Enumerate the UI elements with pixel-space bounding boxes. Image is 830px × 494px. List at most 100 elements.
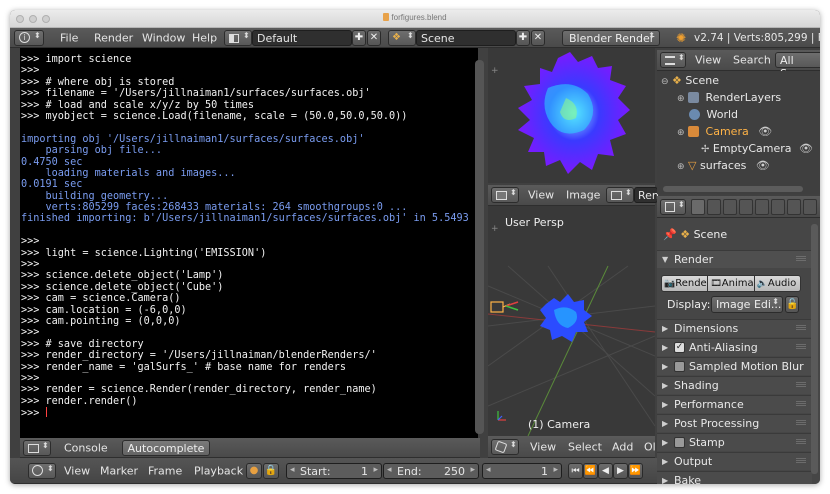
panel-performance[interactable]: ▶ Performance	[657, 395, 812, 413]
play-button[interactable]: ▶	[613, 463, 628, 479]
timeline-menu-playback[interactable]: Playback	[194, 464, 243, 477]
scene-name-field[interactable]: Scene	[416, 30, 516, 46]
drag-grip-icon[interactable]	[796, 401, 806, 407]
data-tab-icon[interactable]	[803, 199, 817, 215]
layout-icon-button[interactable]: ⬍	[224, 30, 252, 46]
world-tab-icon[interactable]	[739, 199, 753, 215]
render-tab-icon[interactable]	[691, 199, 705, 215]
panel-post-processing[interactable]: ▶ Post Processing	[657, 414, 812, 432]
render-engine-dropdown[interactable]: Blender Render ⬍	[562, 30, 660, 46]
image-browse-button[interactable]: ⬍	[606, 187, 634, 203]
chevron-left-icon[interactable]: ◂	[387, 465, 392, 475]
render-image-view[interactable]: +	[488, 48, 655, 183]
eye-icon[interactable]: 👁	[756, 159, 770, 172]
render-audio-button[interactable]: 🔈Audio	[754, 275, 801, 292]
editor-type-info-button[interactable]: i ⬍	[14, 30, 44, 46]
drag-grip-icon[interactable]	[796, 382, 806, 388]
view3d-menu-add[interactable]: Add	[612, 440, 633, 453]
autocomplete-button[interactable]: Autocomplete	[122, 440, 210, 456]
render-animation-button[interactable]: 🎞Anima	[708, 275, 755, 292]
editor-type-properties-button[interactable]: ⬍	[660, 199, 686, 215]
prev-keyframe-button[interactable]: ⏪	[583, 463, 598, 479]
drag-grip-icon[interactable]	[796, 420, 806, 426]
outliner-item-surfaces[interactable]: ⊕ ▽ surfaces 👁	[677, 159, 770, 172]
drag-grip-icon[interactable]	[796, 458, 806, 464]
menu-help[interactable]: Help	[192, 31, 217, 44]
anti-aliasing-checkbox[interactable]: ✓	[674, 342, 685, 353]
editor-type-console-button[interactable]: ⬍	[23, 440, 51, 456]
chevron-right-icon[interactable]: ▸	[553, 465, 558, 475]
play-reverse-button[interactable]: ◀	[598, 463, 613, 479]
current-frame-field[interactable]: ◂ 1 ▸	[482, 463, 562, 479]
modifiers-tab-icon[interactable]	[787, 199, 801, 215]
drag-grip-icon[interactable]	[796, 439, 806, 445]
panel-shading[interactable]: ▶ Shading	[657, 376, 812, 394]
editor-type-3d-button[interactable]: ⬍	[491, 439, 519, 455]
panel-dimensions[interactable]: ▶ Dimensions	[657, 319, 812, 337]
remove-layout-button[interactable]: ✕	[367, 30, 381, 46]
object-tab-icon[interactable]	[755, 199, 769, 215]
chevron-left-icon[interactable]: ◂	[486, 465, 491, 475]
outliner-tree[interactable]: ⊖ ❖ Scene ⊕ RenderLayers World ⊕ Camera …	[657, 71, 820, 184]
panel-anti-aliasing[interactable]: ▶ ✓ Anti-Aliasing	[657, 338, 812, 356]
eye-icon[interactable]: 👁	[758, 125, 772, 138]
layout-name-field[interactable]: Default	[252, 30, 352, 46]
start-frame-field[interactable]: ◂ Start: 1 ▸	[286, 463, 382, 479]
outliner-item-emptycamera[interactable]: ✢ EmptyCamera 👁	[701, 142, 813, 155]
scene-tab-icon[interactable]	[723, 199, 737, 215]
pin-icon[interactable]: 📌	[663, 228, 677, 241]
timeline-menu-marker[interactable]: Marker	[100, 464, 138, 477]
stamp-checkbox[interactable]	[674, 437, 685, 448]
remove-scene-button[interactable]: ✕	[531, 30, 545, 46]
python-console[interactable]: >>> import science >>> >>> # where obj is …	[20, 48, 478, 438]
add-scene-button[interactable]: ✚	[516, 30, 530, 46]
view3d-menu-select[interactable]: Select	[568, 440, 602, 453]
timeline-menu-view[interactable]: View	[64, 464, 90, 477]
3d-viewport[interactable]: User Persp + (1) Camera	[488, 206, 655, 436]
constraints-tab-icon[interactable]	[771, 199, 785, 215]
drag-grip-icon[interactable]	[796, 325, 806, 331]
outliner-item-camera[interactable]: ⊕ Camera 👁	[677, 125, 772, 138]
outliner-menu-search[interactable]: Search	[733, 54, 771, 67]
timeline-menu-frame[interactable]: Frame	[148, 464, 182, 477]
lock-interface-button[interactable]: 🔓	[785, 296, 799, 313]
end-frame-field[interactable]: ◂ End: 250 ▸	[383, 463, 479, 479]
drag-grip-icon[interactable]	[796, 256, 806, 262]
chevron-left-icon[interactable]: ◂	[290, 465, 295, 475]
render-still-button[interactable]: 📷Rende	[661, 275, 709, 292]
jump-start-button[interactable]: ⏮	[568, 463, 583, 479]
panel-output[interactable]: ▶ Output	[657, 452, 812, 470]
outliner-scrollbar[interactable]	[663, 186, 803, 192]
outliner-item-renderlayers[interactable]: ⊕ RenderLayers	[677, 91, 781, 104]
image-menu-view[interactable]: View	[528, 189, 554, 202]
outliner-item-world[interactable]: World	[689, 108, 738, 121]
menu-render[interactable]: Render	[94, 31, 133, 44]
image-name-field[interactable]: Ren	[634, 187, 659, 203]
panel-render[interactable]: ▼ Render	[657, 250, 812, 268]
panel-bake[interactable]: ▶ Bake	[657, 471, 812, 484]
scene-icon-button[interactable]: ❖ ⬍	[388, 30, 416, 46]
record-button[interactable]: ●	[246, 463, 262, 479]
chevron-right-icon[interactable]: ▸	[373, 465, 378, 475]
chevron-right-icon[interactable]: ▸	[470, 465, 475, 475]
drag-grip-icon[interactable]	[796, 344, 806, 350]
editor-type-timeline-button[interactable]: ⬍	[28, 463, 56, 479]
display-dropdown[interactable]: Image Edi... ⬍	[711, 296, 783, 313]
eye-icon[interactable]: 👁	[799, 142, 813, 155]
editor-type-outliner-button[interactable]: ⬍	[660, 52, 686, 68]
image-menu-image[interactable]: Image	[566, 189, 600, 202]
display-mode-dropdown[interactable]: All Scene	[775, 52, 820, 80]
panel-sampled-motion-blur[interactable]: ▶ Sampled Motion Blur	[657, 357, 812, 375]
console-scrollbar[interactable]	[475, 60, 484, 434]
view3d-menu-view[interactable]: View	[530, 440, 556, 453]
view3d-menu-object[interactable]: Ol	[644, 440, 656, 453]
properties-scrollbar[interactable]	[811, 224, 818, 474]
menu-file[interactable]: File	[60, 31, 78, 44]
outliner-item-scene[interactable]: ⊖ ❖ Scene	[661, 74, 719, 87]
console-menu[interactable]: Console	[64, 441, 108, 454]
panel-stamp[interactable]: ▶ Stamp	[657, 433, 812, 451]
layers-tab-icon[interactable]	[707, 199, 721, 215]
properties-panel[interactable]: 📌 ❖ Scene ▼ Render 📷Rende 🎞Anima 🔈Audio …	[657, 218, 820, 484]
add-layout-button[interactable]: ✚	[352, 30, 366, 46]
editor-type-image-button[interactable]: ⬍	[491, 187, 519, 203]
